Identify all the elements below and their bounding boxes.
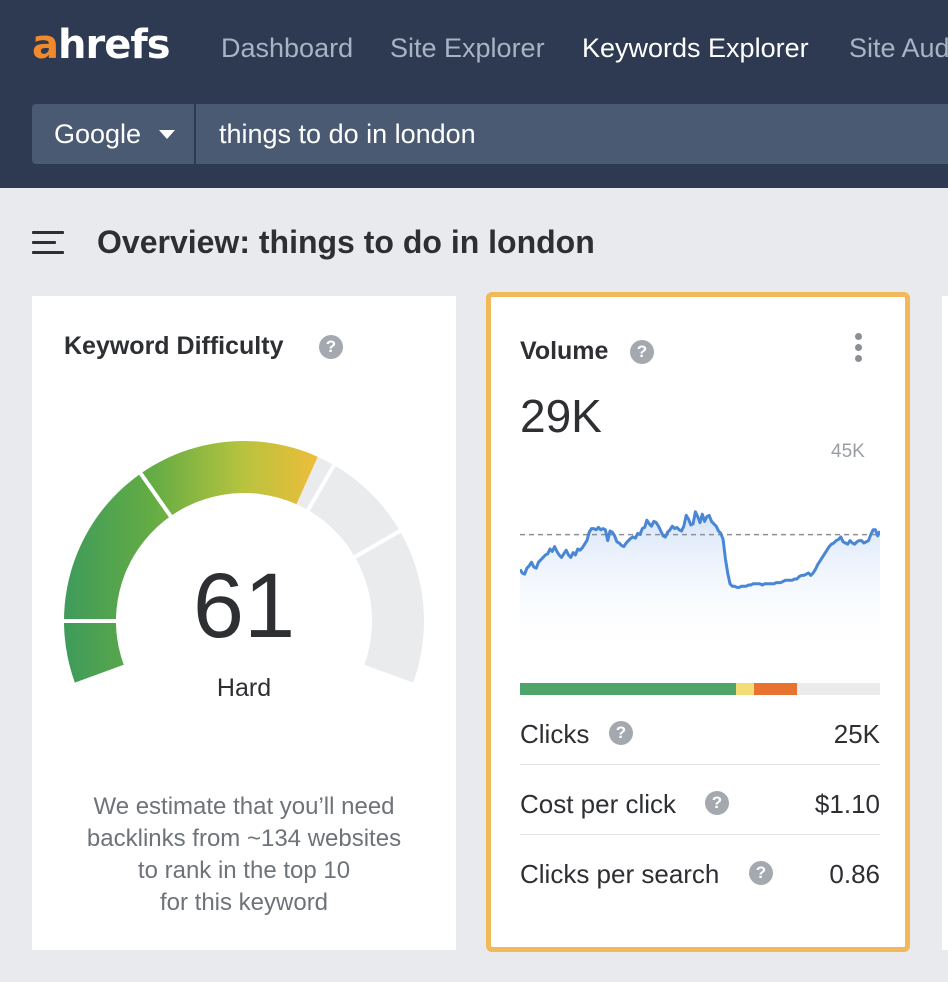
- trend-area-fill: [520, 511, 880, 657]
- metric-value: 0.86: [829, 859, 880, 889]
- metric-row-clicks-per-search: Clicks per search ? 0.86: [520, 839, 880, 909]
- search-volume-trend-chart: [520, 510, 880, 657]
- search-intent-bar: [520, 683, 880, 695]
- caret-down-icon: [159, 130, 175, 139]
- search-volume-value: 29K: [520, 390, 602, 442]
- intent-segment-2: [754, 683, 798, 695]
- ahrefs-logo[interactable]: ahrefs: [32, 22, 171, 68]
- question-mark-icon[interactable]: ?: [749, 861, 773, 885]
- metric-row-clicks: Clicks ? 25K: [520, 699, 880, 769]
- vertical-dots-icon[interactable]: [855, 333, 863, 363]
- keyword-difficulty-title: Keyword Difficulty: [64, 332, 284, 360]
- backlinks-estimate-text: We estimate that you’ll need backlinks f…: [86, 793, 402, 916]
- metric-label: Cost per click: [520, 789, 677, 819]
- keyword-difficulty-score: 61: [192, 555, 296, 657]
- nav-item-site-explorer[interactable]: Site Explorer: [390, 33, 545, 64]
- intent-segment-0: [520, 683, 736, 695]
- nav-item-dashboard[interactable]: Dashboard: [221, 33, 353, 64]
- question-mark-icon[interactable]: ?: [609, 721, 633, 745]
- volume-card: Volume ? 29K 45K Clicks ? 25K Cost per c…: [486, 292, 910, 952]
- nav-item-site-audit[interactable]: Site Aud: [849, 33, 948, 64]
- metric-label: Clicks: [520, 719, 590, 749]
- keyword-difficulty-label: Hard: [216, 674, 272, 702]
- intent-segment-1: [736, 683, 754, 695]
- top-navigation-bar: ahrefs Dashboard Site Explorer Keywords …: [0, 0, 948, 188]
- metric-row-cost-per-click: Cost per click ? $1.10: [520, 769, 880, 839]
- metric-value: $1.10: [814, 789, 880, 819]
- metric-label: Clicks per search: [520, 859, 720, 889]
- search-engine-dropdown[interactable]: Google: [32, 104, 194, 164]
- intent-segment-3: [797, 683, 880, 695]
- page-title: Overview: things to do in london: [97, 224, 595, 260]
- volume-title: Volume: [520, 337, 609, 365]
- nav-item-keywords-explorer[interactable]: Keywords Explorer: [582, 33, 809, 64]
- question-mark-icon[interactable]: ?: [630, 340, 654, 364]
- search-engine-label: Google: [54, 119, 142, 149]
- metric-value: 25K: [833, 719, 880, 749]
- next-card-edge: [942, 296, 948, 950]
- keyword-search-bar: Google things to do in london: [32, 104, 948, 164]
- question-mark-icon[interactable]: ?: [319, 335, 343, 359]
- volume-chart-max-label: 45K: [831, 441, 865, 462]
- keyword-search-input[interactable]: things to do in london: [196, 104, 948, 164]
- question-mark-icon[interactable]: ?: [705, 791, 729, 815]
- hamburger-menu-icon[interactable]: [32, 231, 64, 255]
- keyword-difficulty-card: Keyword Difficulty ? 61 Hard We estimate…: [32, 296, 456, 950]
